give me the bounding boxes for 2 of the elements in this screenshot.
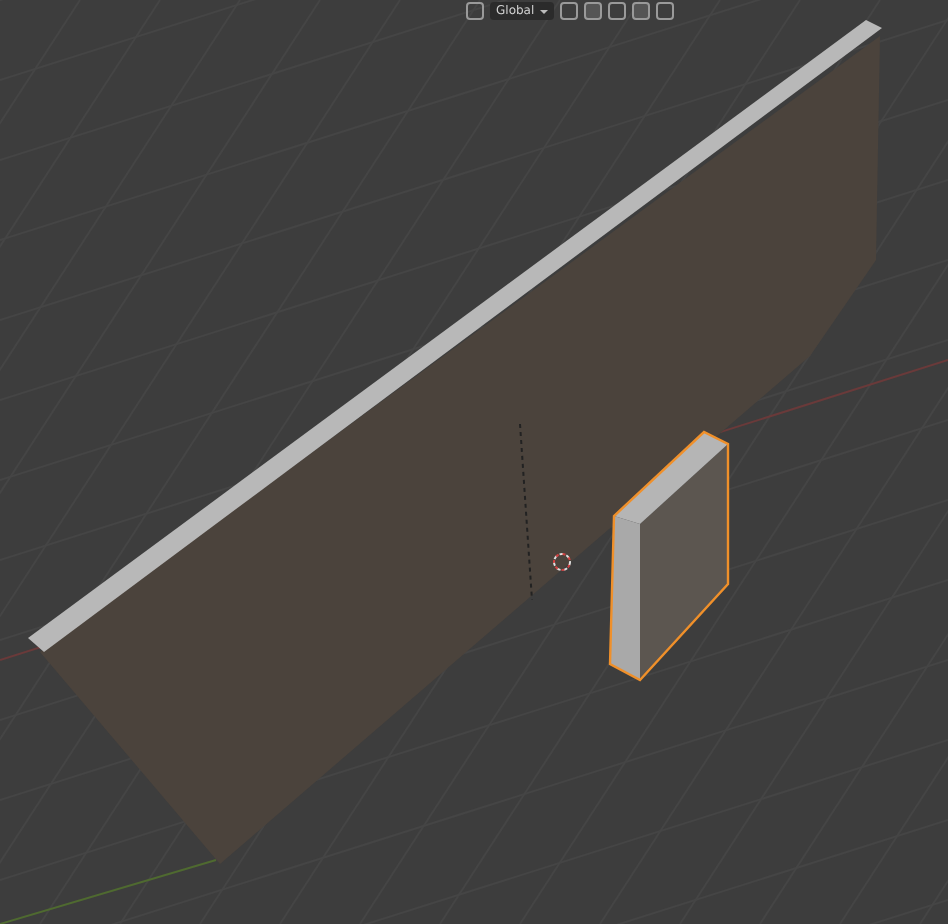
cursor-icon — [553, 553, 571, 571]
caret-icon — [540, 9, 549, 13]
